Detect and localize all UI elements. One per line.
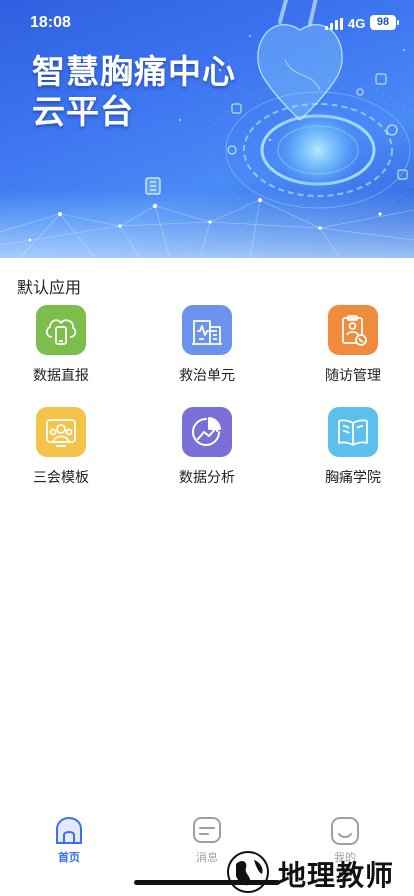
meeting-group-icon [36, 407, 86, 457]
app-data-analysis[interactable]: 数据分析 [152, 407, 262, 487]
app-label: 三会模板 [33, 469, 89, 485]
hero-banner: 18:08 4G 98 智慧胸痛中心 云平台 [0, 0, 414, 258]
app-followup[interactable]: 随访管理 [298, 305, 408, 385]
analytics-chart-icon [182, 407, 232, 457]
battery-icon: 98 [370, 15, 399, 30]
app-rescue-unit[interactable]: 救治单元 [152, 305, 262, 385]
app-label: 救治单元 [179, 367, 235, 383]
app-chest-pain-academy[interactable]: 胸痛学院 [298, 407, 408, 487]
signal-icon [325, 18, 343, 30]
tab-home-label: 首页 [58, 852, 80, 864]
status-bar: 18:08 4G 98 [0, 0, 414, 48]
app-data-report[interactable]: 数据直报 [6, 305, 116, 385]
section-title: 默认应用 [17, 280, 82, 297]
home-indicator [134, 880, 280, 885]
app-label: 数据分析 [179, 469, 235, 485]
app-label: 数据直报 [33, 367, 89, 383]
hero-title: 智慧胸痛中心 云平台 [32, 52, 262, 132]
app-meeting-template[interactable]: 三会模板 [6, 407, 116, 487]
hospital-heartbeat-icon [182, 305, 232, 355]
app-label: 胸痛学院 [325, 469, 381, 485]
clipboard-phone-icon [328, 305, 378, 355]
tab-home[interactable]: 首页 [29, 816, 109, 865]
hero-title-line2: 云平台 [32, 93, 134, 130]
globe-logo-icon [227, 851, 269, 893]
app-label: 随访管理 [325, 367, 381, 383]
profile-face-icon [330, 816, 360, 846]
hero-title-line1: 智慧胸痛中心 [32, 53, 236, 90]
watermark: 地理教师 [222, 848, 414, 896]
home-icon [54, 816, 84, 846]
cloud-phone-icon [36, 305, 86, 355]
network-type: 4G [348, 16, 366, 31]
message-icon [192, 816, 222, 846]
status-time: 18:08 [30, 14, 71, 31]
watermark-text: 地理教师 [278, 859, 395, 892]
open-book-icon [328, 407, 378, 457]
